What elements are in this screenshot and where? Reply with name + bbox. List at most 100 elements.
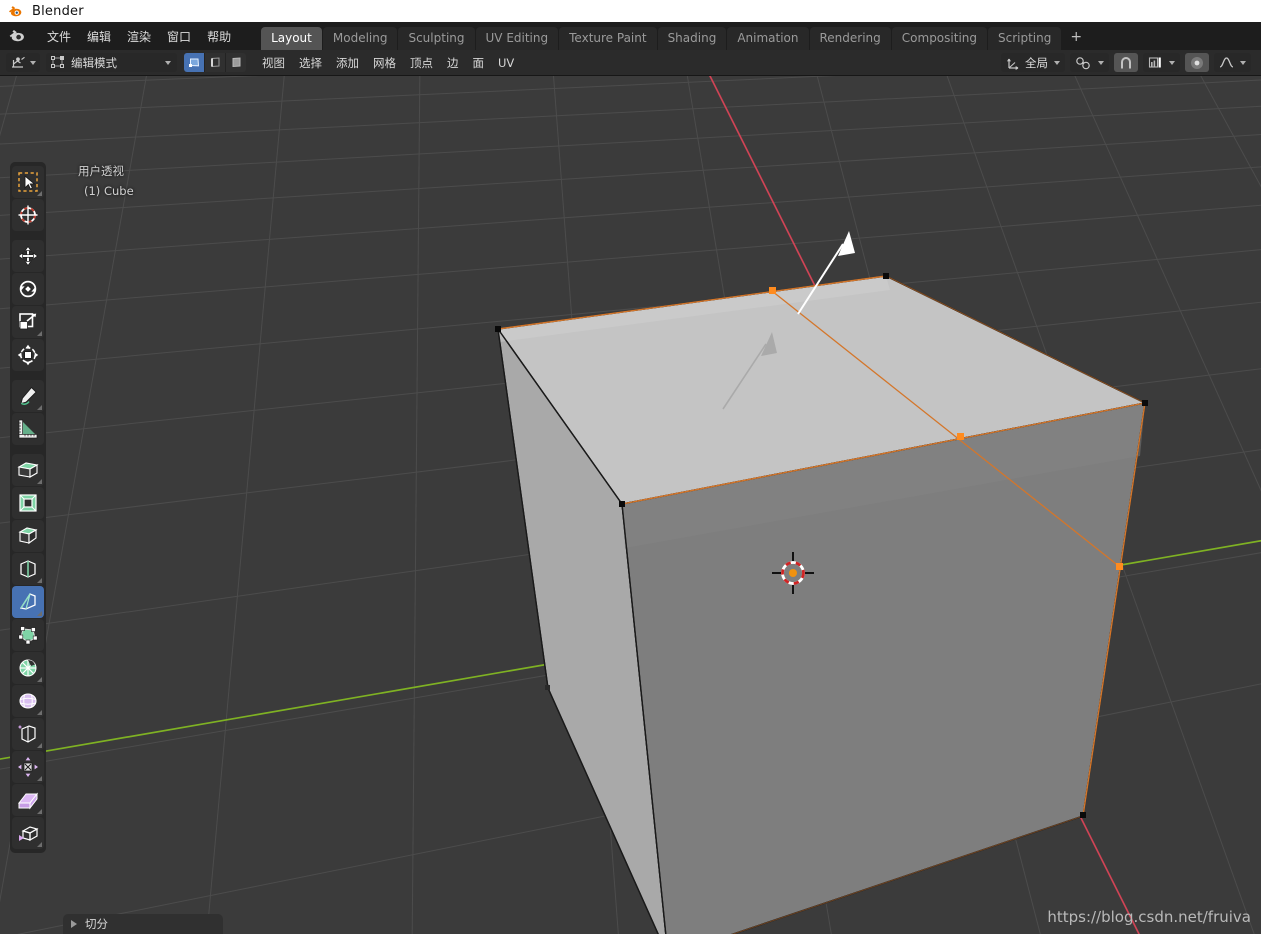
menu-window[interactable]: 窗口 — [159, 25, 199, 48]
tool-submenu-corner-icon — [37, 331, 42, 336]
snap-toggle-button[interactable] — [1114, 53, 1138, 72]
tool-submenu-corner-icon — [37, 611, 42, 616]
tab-layout[interactable]: Layout — [261, 27, 322, 50]
toolbar-group-annotate — [10, 378, 46, 447]
edit-mode-icon — [51, 56, 64, 68]
expand-triangle-icon — [71, 920, 77, 928]
tool-transform[interactable] — [12, 339, 44, 371]
vp-menu-mesh[interactable]: 网格 — [366, 52, 403, 74]
tool-shear[interactable] — [12, 784, 44, 816]
chevron-down-icon — [1169, 60, 1175, 65]
extrude-region-icon — [17, 462, 39, 478]
tab-sculpting[interactable]: Sculpting — [398, 27, 475, 50]
snap-increment-icon — [1148, 57, 1161, 68]
tool-cursor[interactable] — [12, 199, 44, 231]
menu-file[interactable]: 文件 — [39, 25, 79, 48]
tool-submenu-corner-icon — [37, 743, 42, 748]
3d-viewport[interactable]: 用户透视 (1) Cube 切分 https://blog.csdn.net/f… — [0, 76, 1261, 934]
proportional-edit-icon — [1191, 56, 1203, 69]
pivot-point-selector[interactable] — [1070, 53, 1109, 72]
window-titlebar: Blender — [0, 0, 1261, 22]
blender-icon[interactable] — [9, 27, 31, 45]
tab-rendering[interactable]: Rendering — [809, 27, 891, 50]
menu-render[interactable]: 渲染 — [119, 25, 159, 48]
tool-rotate[interactable] — [12, 273, 44, 305]
tool-inset-faces[interactable] — [12, 487, 44, 519]
viewport-scene — [0, 76, 1261, 934]
add-workspace-button[interactable]: + — [1062, 25, 1090, 50]
tool-annotate[interactable] — [12, 380, 44, 412]
edge-select-mode-button[interactable] — [205, 53, 226, 72]
vp-menu-add[interactable]: 添加 — [329, 52, 366, 74]
proportional-falloff-selector[interactable] — [1214, 53, 1251, 72]
tab-texture-paint[interactable]: Texture Paint — [559, 27, 657, 50]
interaction-mode-selector[interactable]: 编辑模式 — [46, 53, 177, 72]
tool-submenu-corner-icon — [37, 677, 42, 682]
vertex-icon — [188, 58, 199, 67]
operator-redo-panel[interactable]: 切分 — [63, 914, 223, 934]
tool-submenu-corner-icon — [37, 710, 42, 715]
tool-shrink-fatten[interactable] — [12, 751, 44, 783]
face-select-mode-button[interactable] — [226, 53, 246, 72]
editor-type-selector[interactable] — [6, 53, 40, 72]
select-box-icon — [18, 172, 38, 192]
vp-menu-view[interactable]: 视图 — [255, 52, 292, 74]
smooth-icon — [19, 693, 37, 709]
chevron-down-icon — [1098, 60, 1104, 65]
bevel-icon — [18, 527, 38, 545]
edge-icon — [210, 57, 219, 68]
spin-icon — [19, 659, 37, 677]
tab-animation[interactable]: Animation — [727, 27, 809, 50]
poly-build-icon — [18, 626, 38, 645]
tool-bevel[interactable] — [12, 520, 44, 552]
scale-icon — [19, 313, 37, 330]
vp-menu-vertex[interactable]: 顶点 — [403, 52, 440, 74]
face-icon — [232, 57, 240, 68]
tool-scale[interactable] — [12, 306, 44, 338]
chevron-down-icon — [1240, 60, 1246, 65]
mesh-select-mode-group — [184, 53, 246, 72]
tool-submenu-corner-icon — [37, 776, 42, 781]
measure-ruler-icon — [18, 419, 38, 439]
vp-menu-face[interactable]: 面 — [466, 52, 492, 74]
viewport-header: 编辑模式 视图 选择 添加 网格 顶点 边 面 UV 全局 — [0, 50, 1261, 76]
tab-shading[interactable]: Shading — [657, 27, 727, 50]
tab-modeling[interactable]: Modeling — [322, 27, 398, 50]
tool-submenu-corner-icon — [37, 809, 42, 814]
vertex-select-mode-button[interactable] — [184, 53, 205, 72]
viewport-toolbar — [10, 162, 46, 853]
tool-edge-slide[interactable] — [12, 718, 44, 750]
editor-type-3dview-icon — [12, 56, 25, 68]
tool-bisect[interactable] — [12, 586, 44, 618]
annotate-pen-icon — [20, 386, 37, 405]
tab-scripting[interactable]: Scripting — [988, 27, 1062, 50]
toolbar-group-select — [10, 164, 46, 233]
tool-submenu-corner-icon — [37, 479, 42, 484]
tool-poly-build[interactable] — [12, 619, 44, 651]
menu-edit[interactable]: 编辑 — [79, 25, 119, 48]
tool-measure[interactable] — [12, 413, 44, 445]
tool-tweak[interactable] — [12, 166, 44, 198]
transform-orientation-selector[interactable]: 全局 — [1001, 53, 1065, 72]
tool-extrude-region[interactable] — [12, 454, 44, 486]
tool-move[interactable] — [12, 240, 44, 272]
interaction-mode-label: 编辑模式 — [71, 55, 117, 70]
menu-help[interactable]: 帮助 — [199, 25, 239, 48]
toolbar-group-transform — [10, 238, 46, 373]
tool-smooth[interactable] — [12, 685, 44, 717]
shear-icon — [17, 792, 39, 810]
tool-rip-region[interactable] — [12, 817, 44, 849]
move-icon — [17, 245, 39, 267]
tool-loop-cut[interactable] — [12, 553, 44, 585]
vp-menu-select[interactable]: 选择 — [292, 52, 329, 74]
snap-settings-selector[interactable] — [1143, 53, 1180, 72]
window-title: Blender — [32, 3, 84, 19]
tab-compositing[interactable]: Compositing — [891, 27, 987, 50]
tool-spin[interactable] — [12, 652, 44, 684]
tool-submenu-corner-icon — [37, 191, 42, 196]
tab-uv-editing[interactable]: UV Editing — [475, 27, 559, 50]
topbar: 文件 编辑 渲染 窗口 帮助 Layout Modeling Sculpting… — [0, 22, 1261, 50]
vp-menu-edge[interactable]: 边 — [440, 52, 466, 74]
proportional-edit-toggle[interactable] — [1185, 53, 1209, 72]
vp-menu-uv[interactable]: UV — [491, 53, 521, 73]
